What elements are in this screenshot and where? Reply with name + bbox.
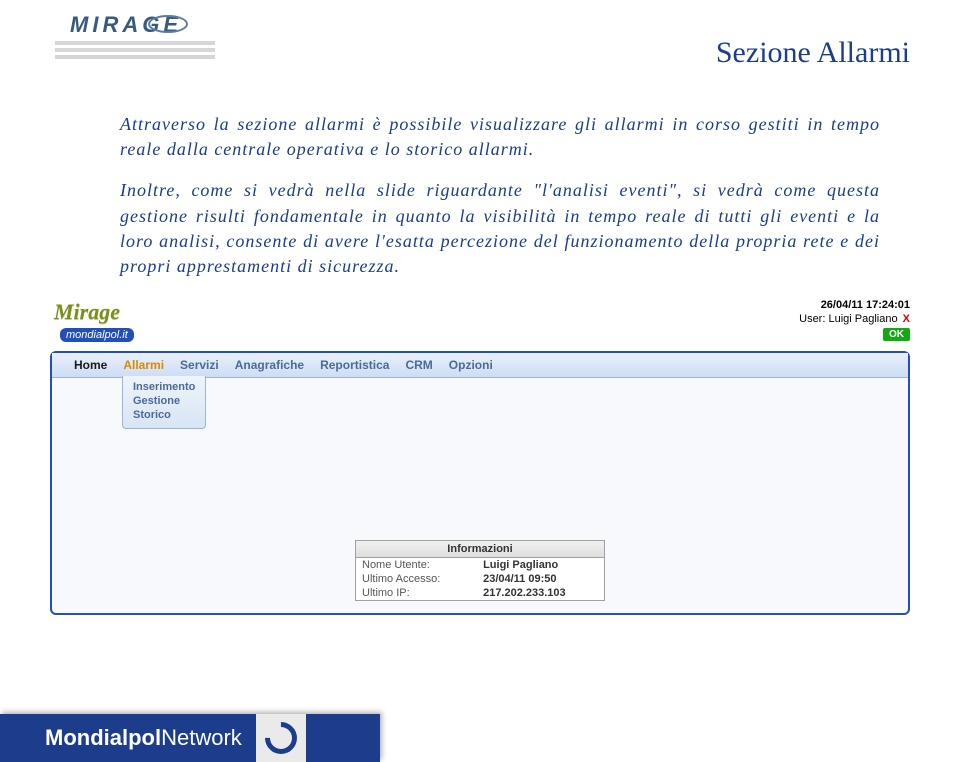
menu-reportistica[interactable]: Reportistica bbox=[320, 358, 389, 372]
info-k-lastaccess: Ultimo Accesso: bbox=[356, 572, 477, 586]
app-brand-name: Mirage bbox=[54, 299, 134, 325]
menubar: Home Allarmi Servizi Anagrafiche Reporti… bbox=[52, 353, 908, 378]
logout-icon[interactable]: X bbox=[903, 313, 910, 325]
user-label: User: bbox=[799, 313, 825, 325]
app-window: Home Allarmi Servizi Anagrafiche Reporti… bbox=[50, 351, 910, 615]
footer-brand: MondialpolNetwork bbox=[45, 725, 242, 751]
menu-allarmi[interactable]: Allarmi bbox=[123, 358, 164, 372]
paragraph-2: Inoltre, come si vedrà nella slide rigua… bbox=[120, 178, 880, 279]
info-header: Informazioni bbox=[356, 541, 604, 558]
info-v-username: Luigi Pagliano bbox=[477, 558, 604, 572]
footer-swirl-icon bbox=[256, 714, 306, 762]
paragraph-1: Attraverso la sezione allarmi è possibil… bbox=[120, 112, 880, 162]
decorative-lines bbox=[55, 38, 215, 62]
info-k-lastip: Ultimo IP: bbox=[356, 586, 477, 600]
menu-home[interactable]: Home bbox=[74, 358, 107, 372]
app-screenshot: Mirage mondialpol.it 26/04/11 17:24:01 U… bbox=[50, 299, 910, 615]
menu-opzioni[interactable]: Opzioni bbox=[449, 358, 493, 372]
footer-brand-1: Mondialpol bbox=[45, 725, 161, 750]
body-text: Attraverso la sezione allarmi è possibil… bbox=[120, 112, 880, 279]
menu-servizi[interactable]: Servizi bbox=[180, 358, 219, 372]
slide-footer: MondialpolNetwork bbox=[0, 714, 380, 762]
app-status: 26/04/11 17:24:01 User: Luigi Pagliano X… bbox=[799, 299, 910, 341]
submenu-allarmi: Inserimento Gestione Storico bbox=[122, 376, 206, 429]
info-v-lastip: 217.202.233.103 bbox=[477, 586, 604, 600]
app-brand: Mirage mondialpol.it bbox=[54, 299, 134, 343]
app-topbar: Mirage mondialpol.it 26/04/11 17:24:01 U… bbox=[50, 299, 910, 351]
user-name: Luigi Pagliano bbox=[828, 313, 897, 325]
info-row-lastaccess: Ultimo Accesso: 23/04/11 09:50 bbox=[356, 572, 604, 586]
info-k-username: Nome Utente: bbox=[356, 558, 477, 572]
submenu-inserimento[interactable]: Inserimento bbox=[133, 380, 195, 394]
menu-crm[interactable]: CRM bbox=[405, 358, 432, 372]
info-row-lastip: Ultimo IP: 217.202.233.103 bbox=[356, 586, 604, 600]
user-line: User: Luigi Pagliano X bbox=[799, 313, 910, 325]
info-row-username: Nome Utente: Luigi Pagliano bbox=[356, 558, 604, 572]
mirage-logo: MIRAGE bbox=[70, 12, 182, 38]
footer-brand-2: Network bbox=[161, 725, 242, 750]
ok-badge: OK bbox=[883, 328, 910, 341]
section-title: Sezione Allarmi bbox=[716, 36, 910, 70]
info-panel: Informazioni Nome Utente: Luigi Pagliano… bbox=[355, 540, 605, 601]
info-table: Nome Utente: Luigi Pagliano Ultimo Acces… bbox=[356, 558, 604, 600]
app-brand-domain: mondialpol.it bbox=[60, 328, 134, 342]
submenu-gestione[interactable]: Gestione bbox=[133, 394, 195, 408]
info-v-lastaccess: 23/04/11 09:50 bbox=[477, 572, 604, 586]
logo-ellipse-icon bbox=[148, 15, 188, 33]
slide-header: MIRAGE Sezione Allarmi bbox=[0, 0, 960, 72]
menu-anagrafiche[interactable]: Anagrafiche bbox=[235, 358, 304, 372]
submenu-storico[interactable]: Storico bbox=[133, 408, 195, 422]
datetime-label: 26/04/11 17:24:01 bbox=[799, 299, 910, 311]
